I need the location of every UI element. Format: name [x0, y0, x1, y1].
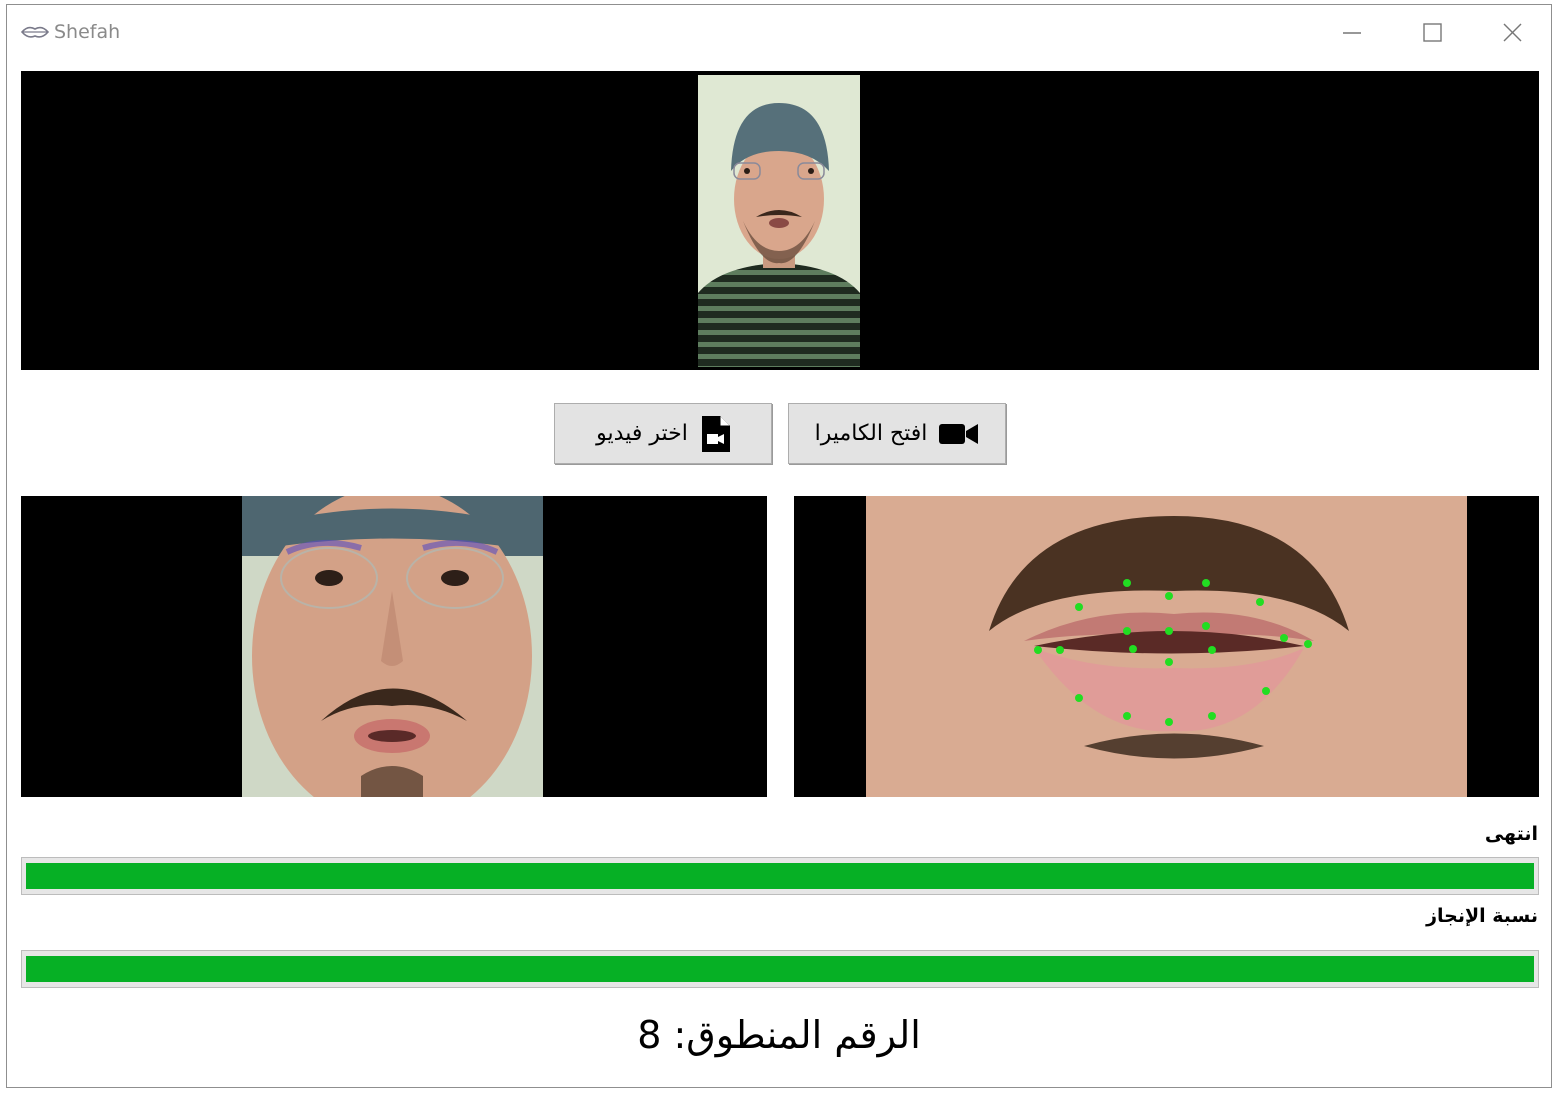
face-view-panel [21, 496, 767, 797]
choose-video-button[interactable]: اختر فيديو [554, 403, 772, 464]
open-camera-button[interactable]: افتح الكاميرا [788, 403, 1006, 464]
spoken-number-label: الرقم المنطوق: [673, 1013, 921, 1057]
close-button[interactable] [1490, 15, 1534, 51]
status-label: انتهى [1484, 823, 1538, 845]
window-title: Shefah [54, 21, 121, 43]
close-icon [1503, 23, 1522, 42]
lips-crop-image [866, 496, 1467, 797]
video-preview-panel [21, 71, 1539, 370]
open-camera-label: افتح الكاميرا [814, 421, 928, 446]
spoken-number-result: الرقم المنطوق: 8 [7, 1013, 1551, 1057]
status-progress-fill [26, 863, 1534, 889]
maximize-icon [1423, 23, 1442, 42]
minimize-button[interactable] [1330, 15, 1374, 51]
maximize-button[interactable] [1410, 15, 1454, 51]
video-frame-image [698, 75, 860, 367]
spoken-number-value: 8 [637, 1013, 662, 1057]
face-crop-image [242, 496, 543, 797]
video-camera-icon [939, 423, 979, 444]
completion-progress-fill [26, 956, 1534, 982]
lips-icon [21, 26, 49, 38]
status-progress-bar [21, 857, 1539, 895]
choose-video-label: اختر فيديو [596, 421, 688, 446]
completion-progress-bar [21, 950, 1539, 988]
completion-label: نسبة الإنجاز [1426, 905, 1538, 927]
minimize-icon [1343, 32, 1361, 34]
lips-view-panel [794, 496, 1539, 797]
app-window: Shefah اختر فيديو افتح الكاميرا انتهى نس… [6, 4, 1552, 1088]
title-bar[interactable]: Shefah [7, 5, 1551, 61]
file-video-icon [701, 415, 730, 452]
